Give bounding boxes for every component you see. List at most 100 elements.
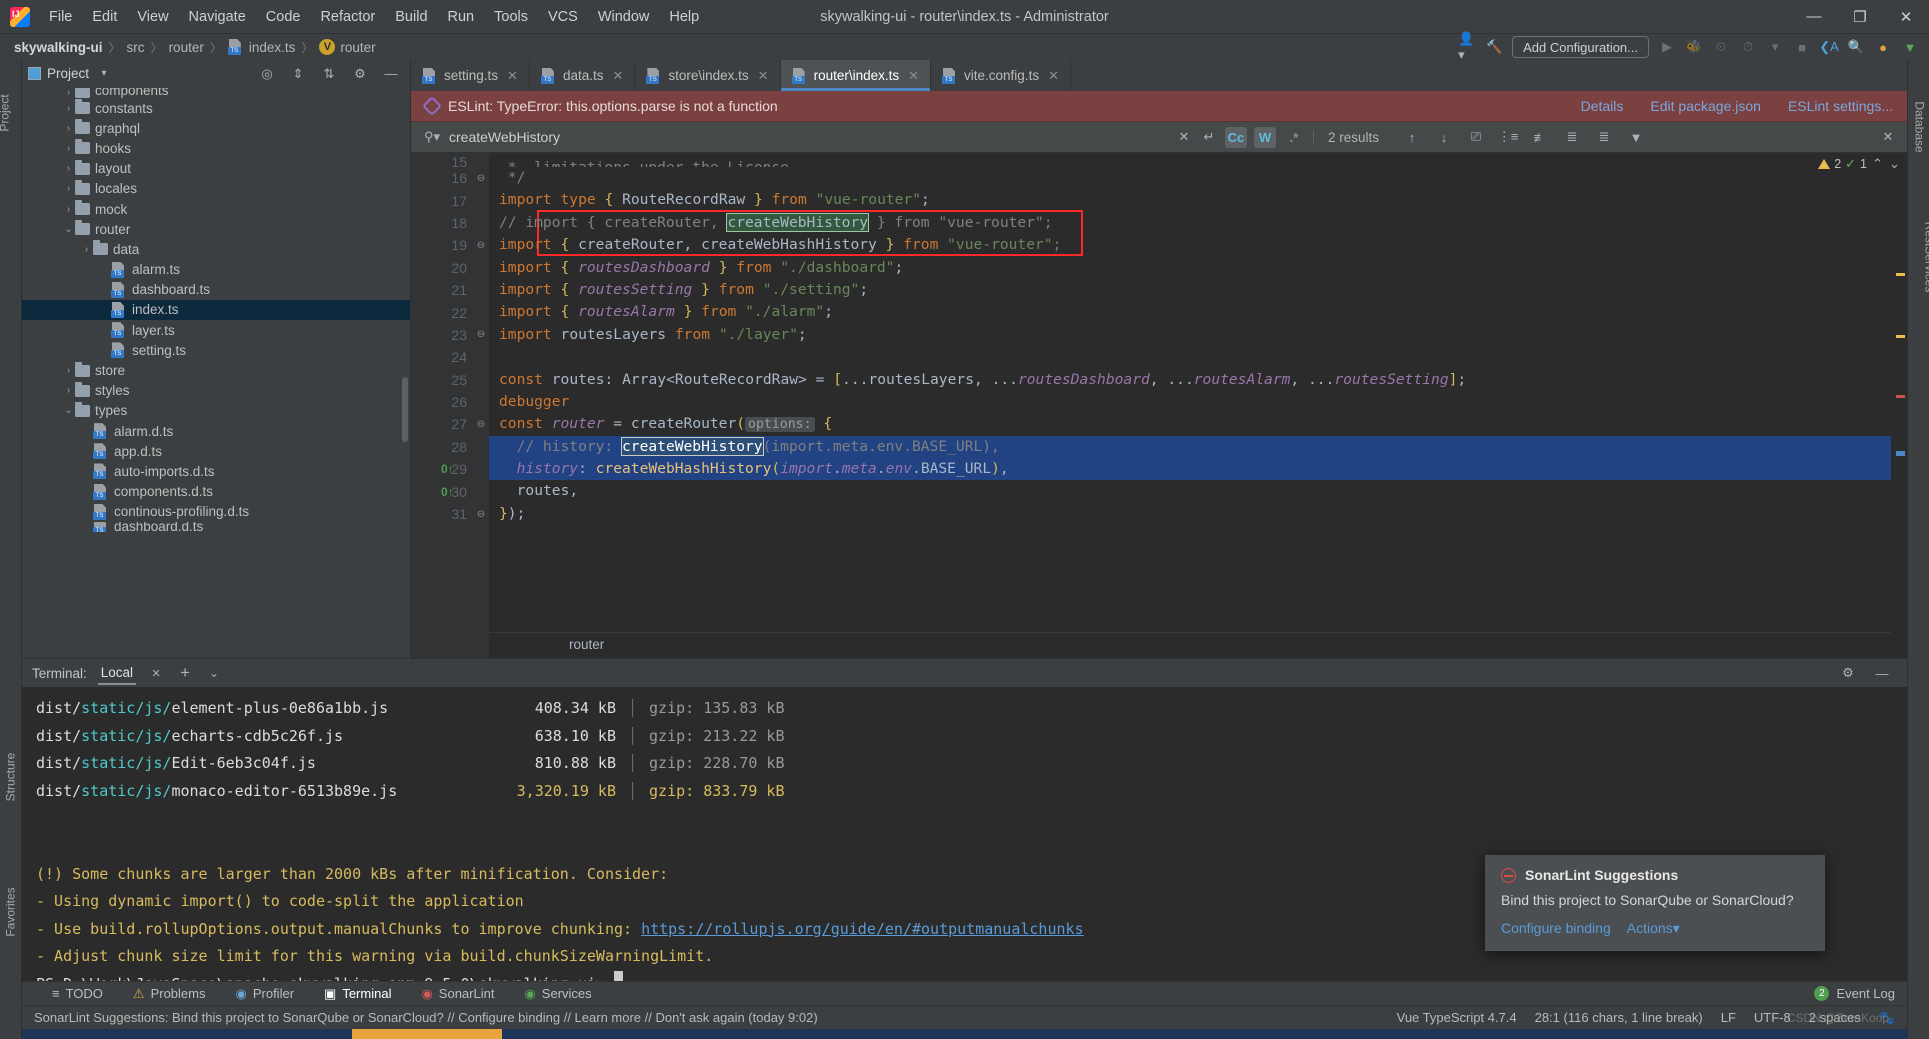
code-line[interactable]: import { createRouter, createWebHashHist…: [489, 234, 1891, 256]
whole-words-toggle[interactable]: W: [1253, 126, 1276, 148]
terminal-tab-local[interactable]: Local: [97, 661, 137, 685]
chevron-right-icon[interactable]: ›: [62, 123, 75, 134]
chevron-right-icon[interactable]: ›: [62, 103, 75, 114]
tool-tab-structure[interactable]: Structure: [3, 753, 17, 802]
search-icon[interactable]: ⚲▾: [423, 128, 441, 146]
code-line[interactable]: });: [489, 503, 1891, 525]
menu-refactor[interactable]: Refactor: [311, 5, 384, 29]
menu-view[interactable]: View: [128, 5, 177, 29]
stop-icon[interactable]: ■: [1793, 38, 1811, 56]
tree-file-row[interactable]: dashboard.ts: [22, 280, 410, 300]
translate-icon[interactable]: ❮A: [1819, 38, 1839, 56]
configure-binding-link[interactable]: Configure binding: [1501, 920, 1611, 937]
tree-file-row[interactable]: layer.ts: [22, 320, 410, 340]
eslint-edit-package-link[interactable]: Edit package.json: [1650, 98, 1761, 114]
menu-help[interactable]: Help: [660, 5, 708, 29]
menu-code[interactable]: Code: [257, 5, 310, 29]
breadcrumb-project[interactable]: skywalking-ui: [14, 40, 103, 55]
search-everywhere-icon[interactable]: 🔍: [1847, 38, 1865, 56]
run-coverage-icon[interactable]: ⏲: [1712, 38, 1730, 56]
editor-tab[interactable]: vite.config.ts ✕: [931, 60, 1071, 91]
menu-tools[interactable]: Tools: [485, 5, 537, 29]
eslint-details-link[interactable]: Details: [1581, 98, 1624, 114]
status-line-separator[interactable]: LF: [1721, 1010, 1736, 1025]
breadcrumb-src[interactable]: src: [127, 40, 145, 55]
tree-folder-row[interactable]: ⌄ router: [22, 219, 410, 239]
tree-file-row[interactable]: app.d.ts: [22, 441, 410, 461]
close-icon[interactable]: ✕: [758, 68, 769, 84]
inspection-summary[interactable]: 2 ✓ 1 ⌃ ⌄: [1797, 153, 1907, 175]
tree-file-row[interactable]: dashboard.d.ts: [22, 522, 410, 532]
fold-marker-icon[interactable]: ⊖: [473, 167, 489, 189]
chevron-right-icon[interactable]: ›: [80, 244, 93, 255]
profile-icon[interactable]: ⏱: [1739, 38, 1757, 56]
preserve-case-icon[interactable]: ≣: [1563, 128, 1581, 146]
sonarlint-actions-link[interactable]: Actions▾: [1627, 920, 1680, 937]
tree-file-row[interactable]: index.ts: [22, 299, 410, 321]
tree-folder-row[interactable]: › locales: [22, 179, 410, 199]
fold-marker-icon[interactable]: ⊖: [473, 503, 489, 525]
status-encoding[interactable]: UTF-8: [1754, 1010, 1791, 1025]
minimize-button[interactable]: —: [1791, 0, 1837, 34]
tree-file-row[interactable]: setting.ts: [22, 340, 410, 360]
find-clear-icon[interactable]: ✕: [1175, 128, 1193, 146]
inspection-prev-icon[interactable]: ⌃: [1871, 155, 1884, 173]
menu-window[interactable]: Window: [589, 5, 659, 29]
tree-file-row[interactable]: components.d.ts: [22, 482, 410, 502]
code-line[interactable]: import { routesAlarm } from "./alarm";: [489, 301, 1891, 323]
status-caret-position[interactable]: 28:1 (116 chars, 1 line break): [1535, 1010, 1703, 1025]
chevron-down-icon[interactable]: ⌄: [62, 224, 75, 235]
tool-tab-favorites[interactable]: Favorites: [4, 887, 18, 936]
tree-scrollbar[interactable]: [402, 377, 408, 442]
find-input-group[interactable]: ⚲▾ createWebHistory: [411, 128, 1175, 146]
expand-all-icon[interactable]: ⇕: [289, 65, 307, 83]
menu-build[interactable]: Build: [386, 5, 436, 29]
bottom-tab-todo[interactable]: ≡ TODO: [48, 984, 107, 1003]
code-line[interactable]: import { routesSetting } from "./setting…: [489, 279, 1891, 301]
hide-panel-icon[interactable]: —: [382, 65, 400, 83]
bottom-tab-profiler[interactable]: ◉ Profiler: [232, 984, 299, 1004]
code-vision-marker[interactable]: 0↑: [441, 462, 454, 476]
chevron-down-icon[interactable]: ⌄: [62, 405, 75, 416]
tool-tab-project[interactable]: Project: [0, 94, 12, 131]
find-next-icon[interactable]: ↓: [1435, 128, 1453, 146]
breadcrumb-file[interactable]: index.ts: [249, 40, 296, 55]
inspection-gutter[interactable]: [1891, 153, 1907, 658]
chevron-right-icon[interactable]: ›: [62, 385, 75, 396]
breadcrumb-router[interactable]: router: [169, 40, 204, 55]
chevron-right-icon[interactable]: ›: [62, 365, 75, 376]
menu-file[interactable]: File: [40, 5, 81, 29]
editor-tab[interactable]: data.ts ✕: [530, 60, 636, 91]
terminal-dropdown-icon[interactable]: ⌄: [205, 664, 223, 682]
match-case-toggle[interactable]: Cc: [1224, 126, 1247, 148]
select-all-occurrences-icon[interactable]: ⋮≡: [1498, 128, 1519, 146]
tree-folder-row[interactable]: › hooks: [22, 138, 410, 158]
code-line[interactable]: import type { RouteRecordRaw } from "vue…: [489, 189, 1891, 211]
status-language[interactable]: Vue TypeScript 4.7.4: [1397, 1010, 1517, 1025]
terminal-add-icon[interactable]: +: [176, 663, 194, 682]
tree-folder-row[interactable]: › data: [22, 239, 410, 259]
bottom-tab-sonarlint[interactable]: ◉ SonarLint: [417, 984, 498, 1004]
editor-tab[interactable]: setting.ts ✕: [411, 60, 530, 91]
tree-folder-row[interactable]: › constants: [22, 98, 410, 118]
find-prev-icon[interactable]: ↑: [1403, 128, 1421, 146]
bottom-tab-terminal[interactable]: ▣ Terminal: [320, 984, 395, 1004]
close-icon[interactable]: ✕: [612, 68, 623, 84]
locate-file-icon[interactable]: ◎: [258, 65, 276, 83]
code-line[interactable]: // history: createWebHistory(import.meta…: [489, 435, 1891, 459]
tree-file-row[interactable]: alarm.ts: [22, 260, 410, 280]
user-account-icon[interactable]: 👤▾: [1458, 31, 1476, 62]
code-line[interactable]: */: [489, 167, 1891, 189]
find-options-icon[interactable]: ≣: [1595, 128, 1613, 146]
eslint-settings-link[interactable]: ESLint settings...: [1788, 98, 1893, 114]
tree-file-row[interactable]: auto-imports.d.ts: [22, 461, 410, 481]
settings-gear-icon[interactable]: ⚙: [351, 65, 369, 83]
sonarlint-notification[interactable]: SonarLint Suggestions Bind this project …: [1485, 855, 1825, 951]
chevron-right-icon[interactable]: ›: [62, 183, 75, 194]
add-configuration-button[interactable]: Add Configuration...: [1512, 36, 1649, 58]
tree-folder-row[interactable]: › styles: [22, 381, 410, 401]
bottom-tab-services[interactable]: ◉ Services: [520, 984, 595, 1004]
fold-gutter[interactable]: ⊖ ⊖ ⊖ ⊖ ⊖: [473, 153, 489, 658]
close-button[interactable]: ✕: [1883, 0, 1929, 34]
more-run-chevron-icon[interactable]: ▾: [1766, 38, 1784, 56]
